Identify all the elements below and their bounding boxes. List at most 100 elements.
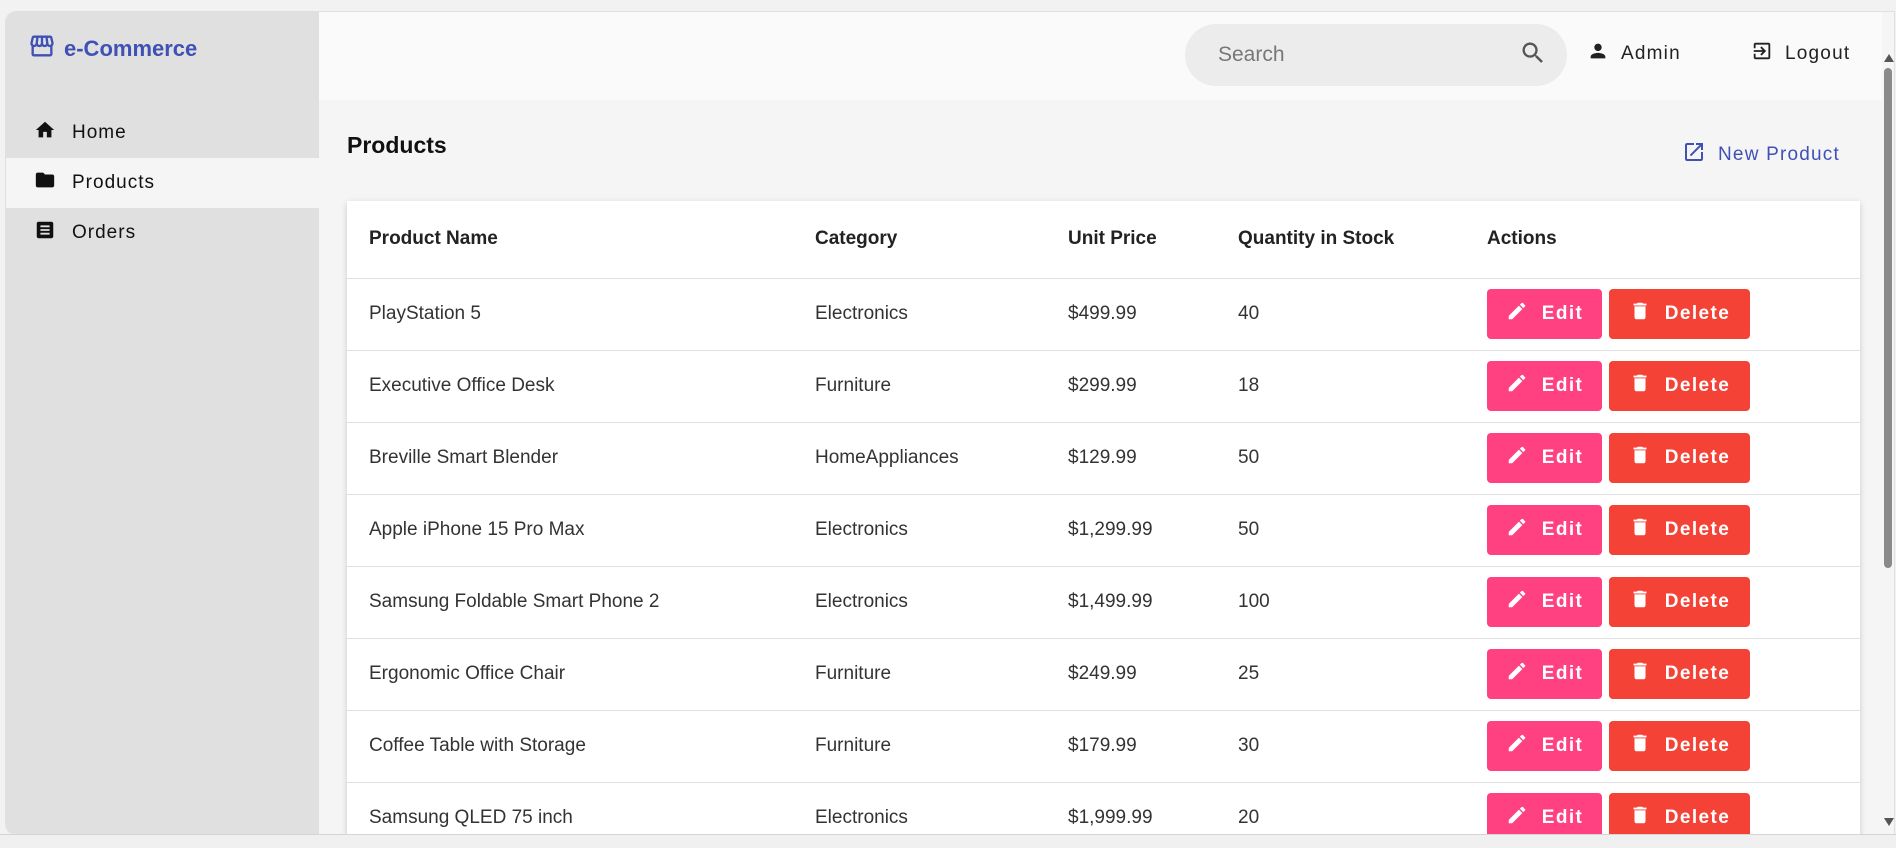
brand-logo[interactable]: e-Commerce	[28, 32, 197, 66]
delete-label: Delete	[1664, 303, 1731, 324]
cell-unit-price: $179.99	[1046, 710, 1216, 783]
store-icon	[28, 32, 56, 66]
cell-product-name: Apple iPhone 15 Pro Max	[347, 494, 793, 567]
new-product-button[interactable]: New Product	[1682, 140, 1840, 170]
delete-label: Delete	[1664, 519, 1731, 540]
pencil-icon	[1506, 300, 1528, 328]
row-actions: Edit Delete	[1487, 505, 1860, 555]
cell-actions: Edit Delete	[1465, 566, 1860, 639]
cell-quantity: 50	[1216, 422, 1465, 495]
cell-category: Electronics	[793, 566, 1046, 639]
cell-category: Electronics	[793, 278, 1046, 351]
cell-category: HomeAppliances	[793, 422, 1046, 495]
cell-actions: Edit Delete	[1465, 278, 1860, 351]
delete-button[interactable]: Delete	[1609, 433, 1750, 483]
brand-name: e-Commerce	[64, 36, 198, 61]
cell-unit-price: $499.99	[1046, 278, 1216, 351]
admin-button[interactable]: Admin	[1587, 40, 1681, 68]
new-product-label: New Product	[1718, 144, 1840, 165]
edit-label: Edit	[1541, 303, 1584, 324]
edit-label: Edit	[1541, 447, 1584, 468]
delete-button[interactable]: Delete	[1609, 577, 1750, 627]
admin-label: Admin	[1621, 43, 1681, 64]
cell-product-name: Ergonomic Office Chair	[347, 638, 793, 711]
edit-label: Edit	[1541, 663, 1584, 684]
edit-button[interactable]: Edit	[1487, 433, 1602, 483]
top-bar: Admin Logout	[319, 12, 1894, 100]
cell-actions: Edit Delete	[1465, 422, 1860, 495]
table-header-row: Product Name Category Unit Price Quantit…	[347, 201, 1860, 279]
sidebar-item-products[interactable]: Products	[6, 158, 319, 208]
sidebar-item-label: Home	[72, 122, 127, 143]
logout-icon	[1751, 40, 1773, 68]
products-table: Product Name Category Unit Price Quantit…	[347, 201, 1860, 834]
table-row: Ergonomic Office Chair Furniture $249.99 25…	[347, 638, 1860, 711]
scroll-thumb[interactable]	[1884, 68, 1892, 568]
edit-button[interactable]: Edit	[1487, 721, 1602, 771]
products-table-card: Product Name Category Unit Price Quantit…	[347, 201, 1860, 834]
delete-label: Delete	[1664, 447, 1731, 468]
pencil-icon	[1506, 804, 1528, 832]
cell-unit-price: $1,299.99	[1046, 494, 1216, 567]
delete-button[interactable]: Delete	[1609, 793, 1750, 834]
edit-button[interactable]: Edit	[1487, 649, 1602, 699]
pencil-icon	[1506, 516, 1528, 544]
edit-button[interactable]: Edit	[1487, 361, 1602, 411]
sidebar-item-orders[interactable]: Orders	[6, 208, 319, 258]
delete-label: Delete	[1664, 735, 1731, 756]
edit-button[interactable]: Edit	[1487, 793, 1602, 834]
list-alt-icon	[34, 219, 56, 247]
delete-button[interactable]: Delete	[1609, 505, 1750, 555]
delete-label: Delete	[1664, 807, 1731, 828]
cell-unit-price: $1,999.99	[1046, 782, 1216, 834]
pencil-icon	[1506, 660, 1528, 688]
cell-quantity: 40	[1216, 278, 1465, 351]
cell-unit-price: $129.99	[1046, 422, 1216, 495]
page-scrollbar[interactable]	[1882, 12, 1894, 834]
column-header-category: Category	[793, 201, 1046, 279]
column-header-actions: Actions	[1465, 201, 1860, 279]
cell-unit-price: $1,499.99	[1046, 566, 1216, 639]
column-header-unit-price: Unit Price	[1046, 201, 1216, 279]
column-header-quantity: Quantity in Stock	[1216, 201, 1465, 279]
edit-label: Edit	[1541, 807, 1584, 828]
delete-button[interactable]: Delete	[1609, 649, 1750, 699]
cell-category: Furniture	[793, 350, 1046, 423]
edit-button[interactable]: Edit	[1487, 577, 1602, 627]
cell-quantity: 50	[1216, 494, 1465, 567]
sidebar-item-label: Orders	[72, 222, 137, 243]
cell-actions: Edit Delete	[1465, 782, 1860, 834]
cell-product-name: Samsung QLED 75 inch	[347, 782, 793, 834]
pencil-icon	[1506, 444, 1528, 472]
cell-unit-price: $299.99	[1046, 350, 1216, 423]
logout-button[interactable]: Logout	[1751, 40, 1850, 68]
edit-label: Edit	[1541, 519, 1584, 540]
cell-product-name: Coffee Table with Storage	[347, 710, 793, 783]
search-icon[interactable]	[1519, 39, 1547, 72]
delete-button[interactable]: Delete	[1609, 721, 1750, 771]
row-actions: Edit Delete	[1487, 649, 1860, 699]
sidebar-item-label: Products	[72, 172, 155, 193]
sidebar-item-home[interactable]: Home	[6, 108, 319, 158]
delete-label: Delete	[1664, 375, 1731, 396]
scroll-down-arrow-icon[interactable]	[1884, 818, 1894, 826]
scroll-up-arrow-icon[interactable]	[1884, 54, 1894, 62]
edit-button[interactable]: Edit	[1487, 289, 1602, 339]
search-input[interactable]	[1218, 43, 1519, 67]
page-title: Products	[347, 132, 447, 158]
table-row: Apple iPhone 15 Pro Max Electronics $1,299…	[347, 494, 1860, 567]
folder-icon	[34, 169, 56, 197]
pencil-icon	[1506, 588, 1528, 616]
logout-label: Logout	[1785, 43, 1851, 64]
edit-label: Edit	[1541, 375, 1584, 396]
table-row: Coffee Table with Storage Furniture $179.9…	[347, 710, 1860, 783]
cell-product-name: Executive Office Desk	[347, 350, 793, 423]
trash-icon	[1629, 516, 1651, 544]
edit-button[interactable]: Edit	[1487, 505, 1602, 555]
row-actions: Edit Delete	[1487, 361, 1860, 411]
edit-label: Edit	[1541, 591, 1584, 612]
row-actions: Edit Delete	[1487, 577, 1860, 627]
delete-button[interactable]: Delete	[1609, 361, 1750, 411]
delete-button[interactable]: Delete	[1609, 289, 1750, 339]
cell-unit-price: $249.99	[1046, 638, 1216, 711]
